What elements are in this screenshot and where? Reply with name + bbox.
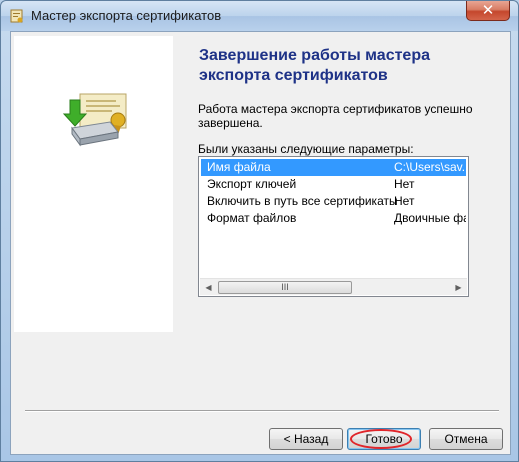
param-name: Имя файла [207, 160, 271, 174]
certificate-wizard-icon [9, 8, 25, 24]
param-name: Формат файлов [207, 211, 297, 225]
finish-button[interactable]: Готово [347, 428, 421, 450]
certificate-export-icon [60, 92, 140, 152]
wizard-side-panel [14, 36, 173, 332]
scroll-thumb[interactable]: III [218, 281, 352, 294]
scroll-right-icon[interactable]: ▶ [450, 279, 467, 296]
window-title: Мастер экспорта сертификатов [31, 8, 222, 23]
param-value: C:\Users\sav.D [394, 160, 466, 174]
param-name: Экспорт ключей [207, 177, 297, 191]
divider [25, 410, 499, 412]
list-item[interactable]: Экспорт ключей Нет [201, 176, 466, 193]
param-value: Нет [394, 194, 415, 208]
title-bar[interactable]: Мастер экспорта сертификатов ✕ [1, 1, 518, 31]
list-item[interactable]: Формат файлов Двоичные фай [201, 210, 466, 227]
list-item[interactable]: Включить в путь все сертификаты Нет [201, 193, 466, 210]
close-icon: ✕ [481, 1, 495, 19]
param-value: Нет [394, 177, 415, 191]
success-message: Работа мастера экспорта сертификатов усп… [198, 102, 473, 130]
close-button[interactable]: ✕ [466, 1, 510, 21]
scroll-left-icon[interactable]: ◀ [200, 279, 217, 296]
page-title: Завершение работы мастера экспорта серти… [199, 47, 430, 84]
param-name: Включить в путь все сертификаты [207, 194, 398, 208]
wizard-window: Мастер экспорта сертификатов ✕ Завершени… [0, 0, 519, 462]
cancel-button[interactable]: Отмена [429, 428, 503, 450]
horizontal-scrollbar[interactable]: ◀ III ▶ [200, 278, 467, 295]
back-button[interactable]: < Назад [269, 428, 343, 450]
param-value: Двоичные фай [394, 211, 466, 225]
wizard-client-area: Завершение работы мастера экспорта серти… [10, 31, 511, 455]
parameters-list[interactable]: Имя файла C:\Users\sav.D Экспорт ключей … [198, 156, 469, 297]
list-item[interactable]: Имя файла C:\Users\sav.D [201, 159, 466, 176]
parameters-label: Были указаны следующие параметры: [198, 142, 414, 156]
